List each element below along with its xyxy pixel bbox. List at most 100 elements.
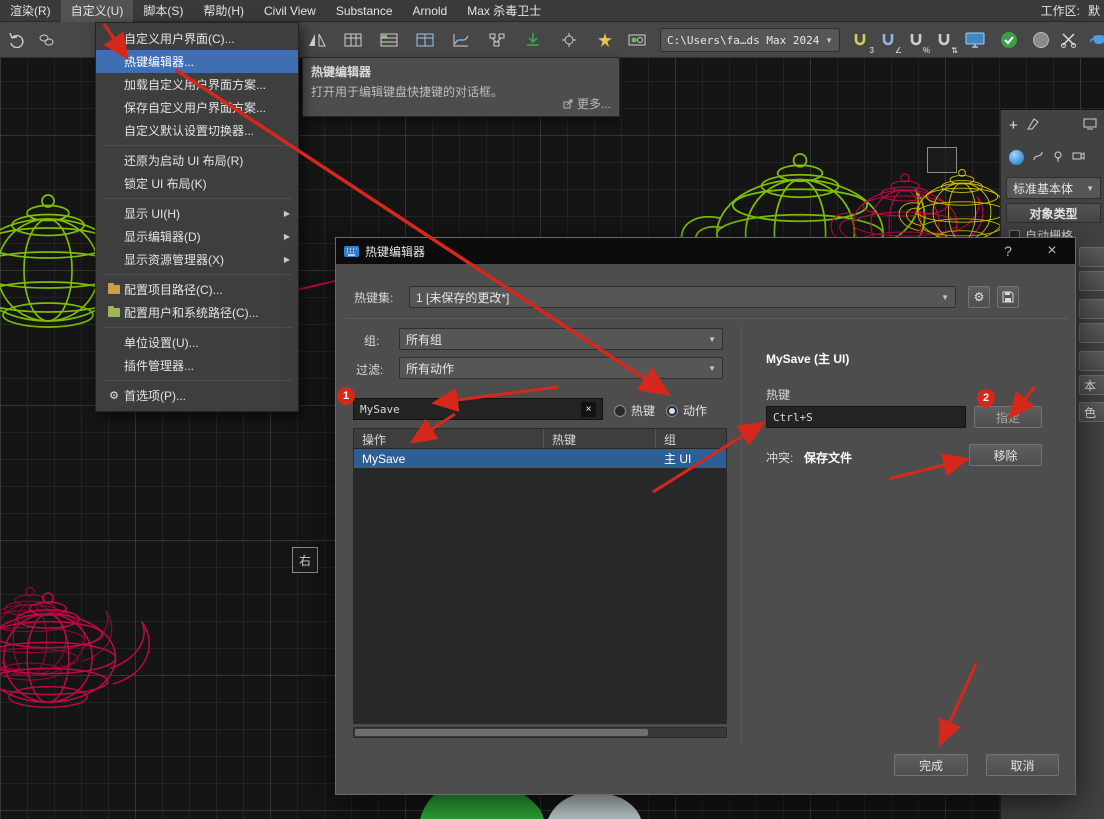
menu-help[interactable]: 帮助(H) — [193, 0, 254, 22]
menu-item-lock-ui-layout[interactable]: 锁定 UI 布局(K) — [96, 172, 298, 195]
menu-item-default-switcher[interactable]: 自定义默认设置切换器... — [96, 119, 298, 142]
menu-item-preferences[interactable]: ⚙ 首选项(P)... — [96, 384, 298, 407]
cameras-icon[interactable] — [1072, 150, 1085, 164]
object-type-rollout[interactable]: 对象类型 — [1006, 203, 1101, 223]
assign-button[interactable]: 指定 — [974, 406, 1042, 428]
table-header[interactable]: 操作 热键 组 — [354, 429, 726, 449]
gear-tool-icon[interactable] — [554, 25, 584, 55]
menu-civil-view[interactable]: Civil View — [254, 0, 326, 22]
menu-antivirus[interactable]: Max 杀毒卫士 — [457, 0, 551, 22]
menu-item-show-explorers[interactable]: 显示资源管理器(X) ▶ — [96, 248, 298, 271]
table-row[interactable]: MySave 主 UI — [354, 449, 726, 468]
check-circle-icon[interactable] — [994, 25, 1024, 55]
close-icon[interactable]: × — [1037, 238, 1067, 264]
radio-action-option[interactable]: 动作 — [666, 402, 707, 419]
group-label: 组: — [364, 334, 380, 348]
menu-item-load-ui-scheme[interactable]: 加载自定义用户界面方案... — [96, 73, 298, 96]
shapes-icon[interactable] — [1032, 150, 1044, 165]
workspace-area: 工作区: 默 — [1041, 2, 1100, 19]
menu-item-show-editors[interactable]: 显示编辑器(D) ▶ — [96, 225, 298, 248]
column-hotkey[interactable]: 热键 — [544, 429, 656, 448]
workspace-value[interactable]: 默 — [1088, 2, 1100, 19]
object-type-button-sliver[interactable] — [1079, 299, 1104, 319]
mirror-icon[interactable] — [302, 25, 332, 55]
gray-circle-icon[interactable] — [1026, 25, 1056, 55]
geometry-category-icon[interactable] — [1009, 149, 1024, 165]
horizontal-scrollbar[interactable] — [353, 727, 727, 738]
menu-item-revert-ui-layout[interactable]: 还原为启动 UI 布局(R) — [96, 149, 298, 172]
selection-title: MySave (主 UI) — [766, 352, 850, 366]
submenu-arrow-icon: ▶ — [283, 209, 290, 218]
menu-item-configure-project-paths[interactable]: 配置项目路径(C)... — [96, 278, 298, 301]
spinner-snap-magnet-icon[interactable]: ⇅ — [929, 25, 959, 55]
teapot-wireframe-magenta[interactable] — [0, 592, 150, 709]
object-type-button-sliver[interactable] — [1079, 323, 1104, 343]
lights-icon[interactable] — [1052, 150, 1064, 165]
search-input[interactable]: MySave × — [353, 398, 603, 420]
scrollbar-thumb[interactable] — [355, 729, 648, 736]
menu-customize[interactable]: 自定义(U) — [60, 0, 134, 22]
menu-item-hotkey-editor[interactable]: 热键编辑器... — [96, 50, 298, 73]
menu-scripting[interactable]: 脚本(S) — [133, 0, 193, 22]
render-teapot-icon[interactable] — [1084, 25, 1104, 55]
table-icon-3[interactable] — [410, 25, 440, 55]
filter-dropdown[interactable]: 所有动作 ▼ — [399, 357, 723, 379]
done-button[interactable]: 完成 — [894, 754, 968, 776]
viewport-widget-box[interactable] — [927, 147, 957, 173]
button-fragment-text: 本 — [1084, 378, 1097, 393]
object-type-button-sliver[interactable] — [1079, 247, 1104, 267]
object-type-button-sliver[interactable] — [1079, 271, 1104, 291]
folder-user-icon — [104, 306, 124, 317]
menu-item-customize-ui[interactable]: 自定义用户界面(C)... — [96, 27, 298, 50]
hotkey-set-dropdown[interactable]: 1 [未保存的更改*] ▼ — [409, 286, 956, 308]
snap-magnet-icon[interactable]: 3 — [845, 25, 875, 55]
table-icon-2[interactable] — [374, 25, 404, 55]
menu-item-save-ui-scheme[interactable]: 保存自定义用户界面方案... — [96, 96, 298, 119]
folder-icon — [104, 283, 124, 294]
film-star-icon[interactable] — [622, 25, 652, 55]
help-button[interactable]: ? — [993, 238, 1023, 264]
menu-item-configure-user-paths[interactable]: 配置用户和系统路径(C)... — [96, 301, 298, 324]
link-chain-icon[interactable] — [32, 25, 62, 55]
group-dropdown[interactable]: 所有组 ▼ — [399, 328, 723, 350]
teapot-wireframe-darkred[interactable] — [0, 586, 113, 681]
project-path-dropdown[interactable]: C:\Users\fa…ds Max 2024 ▼ — [660, 28, 840, 52]
rollout-fragment[interactable]: 色 — [1079, 402, 1104, 422]
clear-search-icon[interactable]: × — [581, 401, 596, 417]
column-group[interactable]: 组 — [656, 429, 726, 448]
menu-item-plugin-manager[interactable]: 插件管理器... — [96, 354, 298, 377]
undo-arc-icon[interactable] — [2, 25, 32, 55]
rollout-title: 对象类型 — [1029, 206, 1078, 221]
table-icon[interactable] — [338, 25, 368, 55]
curve-editor-icon[interactable] — [446, 25, 476, 55]
angle-snap-magnet-icon[interactable]: ∠ — [873, 25, 903, 55]
object-type-button-sliver[interactable]: 本 — [1079, 375, 1104, 395]
monitor-icon[interactable] — [960, 25, 990, 55]
cancel-button[interactable]: 取消 — [986, 754, 1059, 776]
dialog-titlebar[interactable]: 热键编辑器 ? × — [336, 238, 1075, 264]
modify-icon[interactable] — [1026, 117, 1040, 134]
percent-snap-magnet-icon[interactable]: % — [901, 25, 931, 55]
arrow-down-icon[interactable] — [518, 25, 548, 55]
plus-icon[interactable]: + — [1009, 117, 1018, 134]
menu-render[interactable]: 渲染(R) — [0, 0, 61, 22]
star-effect-icon[interactable] — [590, 25, 620, 55]
hotkey-set-settings-button[interactable]: ⚙ — [968, 286, 990, 308]
radio-hotkey-option[interactable]: 热键 — [614, 402, 655, 419]
category-dropdown[interactable]: 标准基本体 ▼ — [1006, 177, 1101, 199]
hotkey-input[interactable]: Ctrl+S — [766, 406, 966, 428]
menu-substance[interactable]: Substance — [326, 0, 403, 22]
menu-arnold[interactable]: Arnold — [403, 0, 458, 22]
scissors-icon[interactable] — [1054, 25, 1084, 55]
remove-button[interactable]: 移除 — [969, 444, 1042, 466]
object-type-button-sliver[interactable] — [1079, 351, 1104, 371]
radio-selected-icon — [666, 404, 678, 417]
display-icon[interactable] — [1083, 118, 1097, 133]
schematic-view-icon[interactable] — [482, 25, 512, 55]
tooltip-more-link[interactable]: 更多... — [563, 95, 611, 112]
menu-item-show-ui[interactable]: 显示 UI(H) ▶ — [96, 202, 298, 225]
teapot-solid-pale[interactable] — [548, 792, 641, 819]
column-action[interactable]: 操作 — [354, 429, 544, 448]
hotkey-set-save-button[interactable] — [997, 286, 1019, 308]
menu-item-units-setup[interactable]: 单位设置(U)... — [96, 331, 298, 354]
